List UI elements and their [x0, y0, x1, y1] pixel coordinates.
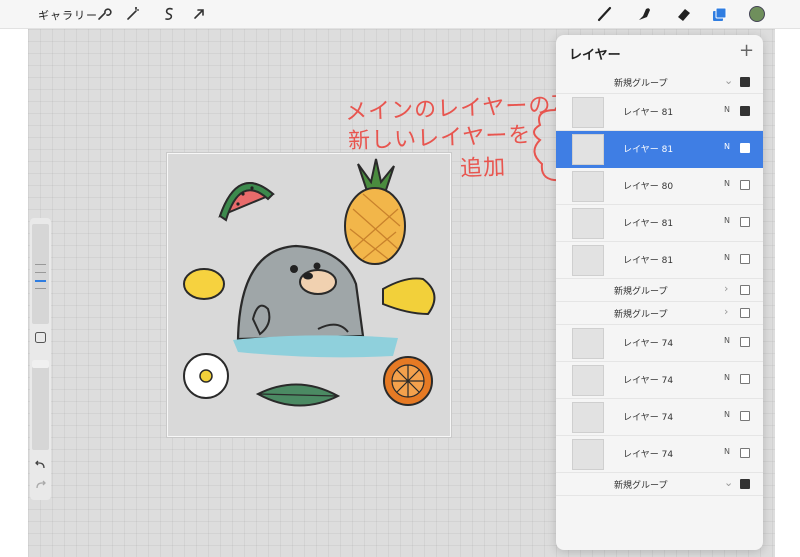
add-layer-button[interactable]: + [739, 40, 754, 61]
visibility-checkbox[interactable] [740, 285, 750, 295]
opacity-slider[interactable] [32, 360, 49, 450]
top-toolbar: ギャラリー [0, 0, 800, 29]
layer-thumbnail [572, 402, 604, 433]
layer-group-row[interactable]: 新規グループ ⌄ [556, 473, 763, 496]
layer-name: レイヤー 81 [623, 219, 674, 229]
redo-icon[interactable] [35, 480, 46, 490]
banana-drawing [382, 277, 436, 316]
group-name: 新規グループ [614, 287, 668, 297]
flower-drawing [183, 353, 229, 399]
blend-mode-label[interactable]: N [724, 336, 730, 345]
slider-tick [35, 272, 46, 273]
layer-name: レイヤー 74 [623, 450, 674, 460]
visibility-checkbox[interactable] [740, 106, 750, 116]
layer-thumbnail [572, 134, 604, 165]
layer-name: レイヤー 81 [623, 145, 674, 155]
slider-handle[interactable] [35, 280, 46, 282]
magic-wand-icon[interactable] [124, 5, 142, 23]
chevron-right-icon[interactable]: › [724, 282, 728, 295]
layer-row[interactable]: レイヤー 81 N [556, 94, 763, 131]
slider-tick [35, 264, 46, 265]
visibility-checkbox[interactable] [740, 337, 750, 347]
left-margin [0, 29, 28, 557]
visibility-checkbox[interactable] [740, 143, 750, 153]
visibility-checkbox[interactable] [740, 479, 750, 489]
blend-mode-label[interactable]: N [724, 105, 730, 114]
visibility-checkbox[interactable] [740, 374, 750, 384]
layer-thumbnail [572, 439, 604, 470]
blend-mode-label[interactable]: N [724, 410, 730, 419]
group-name: 新規グループ [614, 310, 668, 320]
layer-thumbnail [572, 208, 604, 239]
blend-mode-label[interactable]: N [724, 447, 730, 456]
layer-row[interactable]: レイヤー 74 N [556, 399, 763, 436]
watermelon-drawing [218, 182, 275, 222]
left-sidebar [30, 218, 51, 500]
visibility-checkbox[interactable] [740, 180, 750, 190]
layer-row[interactable]: レイヤー 74 N [556, 362, 763, 399]
orange-drawing [383, 356, 433, 406]
chevron-down-icon[interactable]: ⌄ [724, 476, 733, 489]
annotation-text-line3: 追加 [459, 155, 507, 182]
visibility-checkbox[interactable] [740, 308, 750, 318]
blend-mode-label[interactable]: N [724, 179, 730, 188]
layer-row[interactable]: レイヤー 81 N [556, 242, 763, 279]
layer-row[interactable]: レイヤー 81 N [556, 131, 763, 168]
blend-mode-label[interactable]: N [724, 216, 730, 225]
chevron-right-icon[interactable]: › [724, 305, 728, 318]
layer-group-row[interactable]: 新規グループ › [556, 302, 763, 325]
layer-name: レイヤー 80 [623, 182, 674, 192]
layer-row[interactable]: レイヤー 81 N [556, 205, 763, 242]
layer-name: レイヤー 81 [623, 108, 674, 118]
eraser-icon[interactable] [675, 5, 693, 23]
layers-panel: レイヤー + 新規グループ ⌄ レイヤー 81 N レイヤー 81 N レイヤー 80 N レイ… [556, 35, 763, 550]
color-swatch-icon[interactable] [748, 5, 766, 23]
layer-thumbnail [572, 365, 604, 396]
layers-panel-title: レイヤー [569, 48, 621, 63]
visibility-checkbox[interactable] [740, 254, 750, 264]
undo-icon[interactable] [35, 460, 46, 470]
layer-row[interactable]: レイヤー 74 N [556, 436, 763, 473]
gallery-button[interactable]: ギャラリー [38, 7, 98, 23]
layers-icon[interactable] [710, 5, 728, 23]
layer-group-row[interactable]: 新規グループ › [556, 279, 763, 302]
layer-name: レイヤー 81 [623, 256, 674, 266]
layer-thumbnail [572, 328, 604, 359]
visibility-checkbox[interactable] [740, 448, 750, 458]
smudge-icon[interactable] [636, 5, 654, 23]
blend-mode-label[interactable]: N [724, 373, 730, 382]
layer-name: レイヤー 74 [623, 339, 674, 349]
slider-tick [35, 288, 46, 289]
visibility-checkbox[interactable] [740, 411, 750, 421]
layer-thumbnail [572, 171, 604, 202]
layer-group-row[interactable]: 新規グループ ⌄ [556, 71, 763, 94]
square-modify-icon[interactable] [35, 332, 46, 343]
layer-thumbnail [572, 245, 604, 276]
group-name: 新規グループ [614, 79, 668, 89]
layer-row[interactable]: レイヤー 80 N [556, 168, 763, 205]
right-margin [775, 29, 800, 557]
blend-mode-label[interactable]: N [724, 253, 730, 262]
lemon-drawing [183, 268, 225, 300]
transform-arrow-icon[interactable] [190, 5, 208, 23]
visibility-checkbox[interactable] [740, 217, 750, 227]
group-name: 新規グループ [614, 481, 668, 491]
brush-size-slider[interactable] [32, 224, 49, 324]
chevron-down-icon[interactable]: ⌄ [724, 74, 733, 87]
layer-name: レイヤー 74 [623, 413, 674, 423]
blend-mode-label[interactable]: N [724, 142, 730, 151]
leaf-drawing [255, 383, 341, 407]
layer-name: レイヤー 74 [623, 376, 674, 386]
brush-icon[interactable] [596, 5, 614, 23]
wrench-icon[interactable] [95, 5, 113, 23]
selection-icon[interactable] [160, 5, 178, 23]
opacity-handle[interactable] [32, 360, 49, 368]
visibility-checkbox[interactable] [740, 77, 750, 87]
layer-thumbnail [572, 97, 604, 128]
layer-row[interactable]: レイヤー 74 N [556, 325, 763, 362]
